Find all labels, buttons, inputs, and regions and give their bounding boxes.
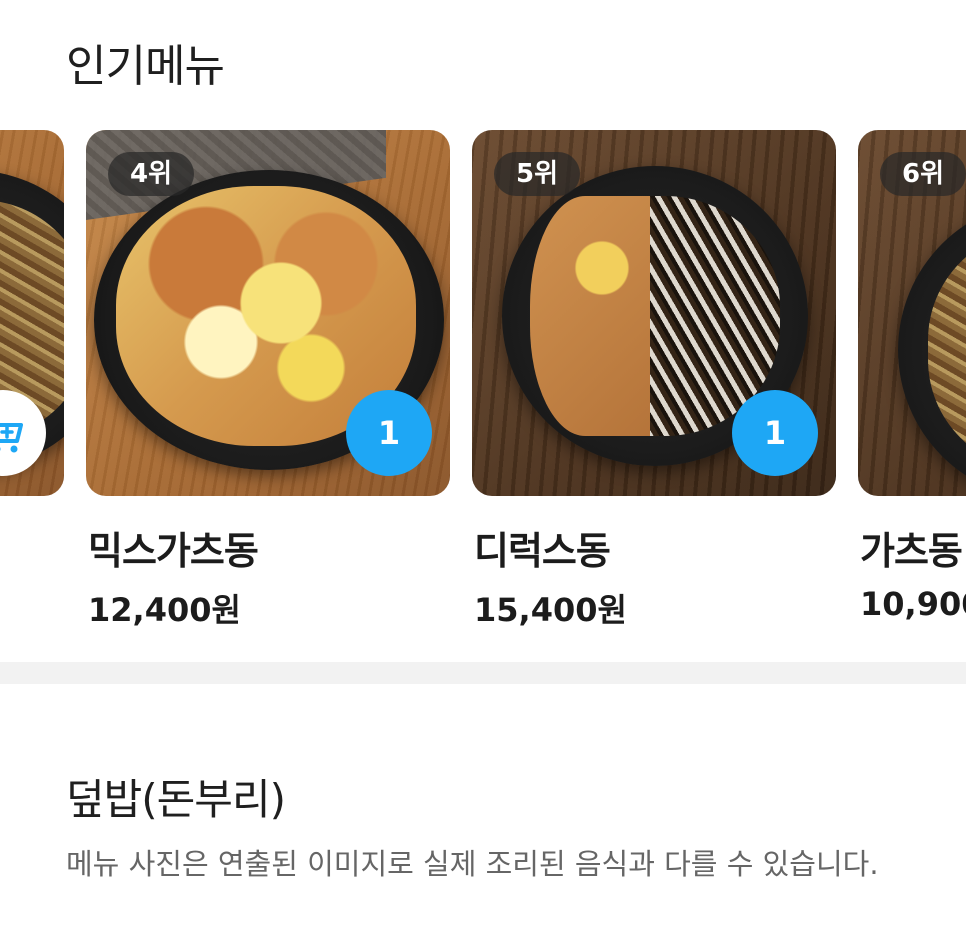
popular-menu-title: 인기메뉴	[66, 41, 225, 92]
rank-badge: 4위	[108, 152, 195, 196]
rank-badge: 6위	[880, 152, 966, 196]
menu-item-image[interactable]: 6위	[858, 130, 966, 496]
food-image	[928, 230, 966, 470]
menu-item-price: 10,900	[860, 585, 966, 623]
cart-count-badge[interactable]: 1	[732, 390, 818, 476]
menu-item-image[interactable]: 4위 1	[86, 130, 450, 496]
popular-menu-carousel[interactable]: 4위 1 믹스가츠동 12,400원 5위 1 디럭스동 15,400원 6위 …	[0, 130, 966, 630]
menu-item-price: 15,400원	[474, 591, 627, 629]
menu-page: 인기메뉴 4위 1 믹스가츠동 12,400원 5위 1 디럭스동 15,400…	[0, 0, 966, 929]
category-title: 덮밥(돈부리)	[66, 775, 286, 824]
rank-badge: 5위	[494, 152, 581, 196]
menu-item-name: 디럭스동	[474, 529, 611, 573]
section-divider	[0, 662, 966, 684]
food-image	[530, 196, 780, 436]
menu-item-price: 12,400원	[88, 591, 241, 629]
menu-item-name: 가츠동	[860, 529, 963, 573]
category-description: 메뉴 사진은 연출된 이미지로 실제 조리된 음식과 다를 수 있습니다.	[66, 847, 879, 881]
menu-item-image[interactable]	[0, 130, 64, 496]
menu-card[interactable]: 5위 1 디럭스동 15,400원	[472, 130, 836, 631]
menu-card[interactable]: 6위 가츠동 10,900	[858, 130, 966, 623]
menu-card[interactable]: 4위 1 믹스가츠동 12,400원	[86, 130, 450, 631]
menu-item-name: 믹스가츠동	[88, 529, 259, 573]
menu-card[interactable]	[0, 130, 64, 496]
bowl-image	[898, 200, 966, 496]
cart-count-badge[interactable]: 1	[346, 390, 432, 476]
menu-item-image[interactable]: 5위 1	[472, 130, 836, 496]
cart-plus-icon	[0, 423, 23, 453]
